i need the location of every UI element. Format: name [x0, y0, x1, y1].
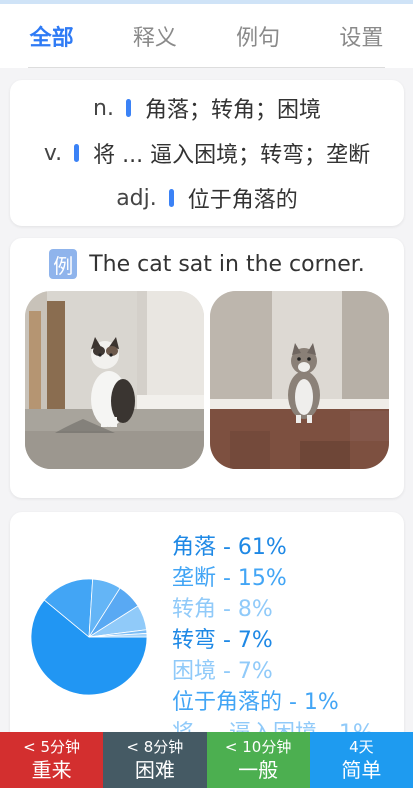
definition-row: n. 角落；转角；困境: [10, 86, 404, 131]
example-badge: 例: [49, 249, 78, 279]
tab-examples[interactable]: 例句: [230, 12, 286, 60]
definition-marker: [125, 99, 131, 117]
answer-button-0[interactable]: < 5分钟重来: [0, 732, 104, 788]
answer-interval: < 5分钟: [23, 738, 81, 756]
example-sentence-row: 例 The cat sat in the corner.: [10, 238, 404, 290]
legend-item: 转弯 - 7%: [172, 628, 273, 653]
answer-label: 简单: [341, 758, 382, 782]
answer-button-3[interactable]: 4天简单: [309, 732, 413, 788]
definition-text: 角落；转角；困境: [144, 98, 321, 123]
meaning-frequency-card: 角落 - 61% 垄断 - 15% 转角 - 8% 转弯 - 7% 困境 - 7% 位于角…: [10, 512, 404, 746]
definition-row: adj. 位于角落的: [10, 176, 404, 221]
tab-divider: [28, 67, 385, 68]
definition-row: v. 将 ... 逼入困境；转弯；垄断: [10, 131, 404, 176]
legend-item: 垄断 - 15%: [172, 566, 287, 591]
answer-button-1[interactable]: < 8分钟困难: [103, 732, 207, 788]
answer-label: 困难: [134, 758, 175, 782]
answer-label: 一般: [238, 758, 279, 782]
definition-text: 位于角落的: [187, 188, 298, 213]
part-of-speech: adj.: [116, 185, 157, 211]
answer-interval: < 10分钟: [224, 738, 292, 756]
answer-label: 重来: [31, 758, 72, 782]
example-images: [25, 291, 389, 469]
tab-settings[interactable]: 设置: [333, 12, 389, 60]
legend-item: 转角 - 8%: [172, 597, 273, 622]
definition-text: 将 ... 逼入困境；转弯；垄断: [93, 143, 371, 168]
tab-definitions[interactable]: 释义: [127, 12, 183, 60]
answer-button-bar: < 5分钟 重来 < 8分钟 困难 < 10分钟 一般 4天 简单: [0, 732, 413, 788]
definition-marker: [74, 144, 80, 162]
answer-interval: < 8分钟: [126, 738, 184, 756]
legend-item: 困境 - 7%: [172, 659, 273, 684]
answer-button-2[interactable]: < 10分钟一般: [206, 732, 310, 788]
legend-item: 角落 - 61%: [172, 535, 287, 560]
legend-item: 位于角落的 - 1%: [172, 690, 339, 715]
part-of-speech: n.: [93, 95, 114, 121]
example-sentence[interactable]: The cat sat in the corner.: [89, 252, 365, 277]
tab-all[interactable]: 全部: [24, 12, 80, 60]
example-card: 例 The cat sat in the corner.: [10, 238, 404, 498]
part-of-speech: v.: [43, 140, 63, 166]
answer-interval: 4天: [349, 738, 374, 756]
meaning-pie-chart: [30, 578, 148, 696]
tab-bar: 全部 释义 例句 设置: [0, 4, 413, 68]
definitions-card: n. 角落；转角；困境 v. 将 ... 逼入困境；转弯；垄断 adj. 位于角…: [10, 80, 404, 226]
cat-photo-2[interactable]: [210, 291, 389, 469]
definition-marker: [168, 189, 174, 207]
cat-photo-1[interactable]: [25, 291, 204, 469]
pie-legend: 角落 - 61% 垄断 - 15% 转角 - 8% 转弯 - 7% 困境 - 7% 位于角…: [172, 532, 374, 749]
